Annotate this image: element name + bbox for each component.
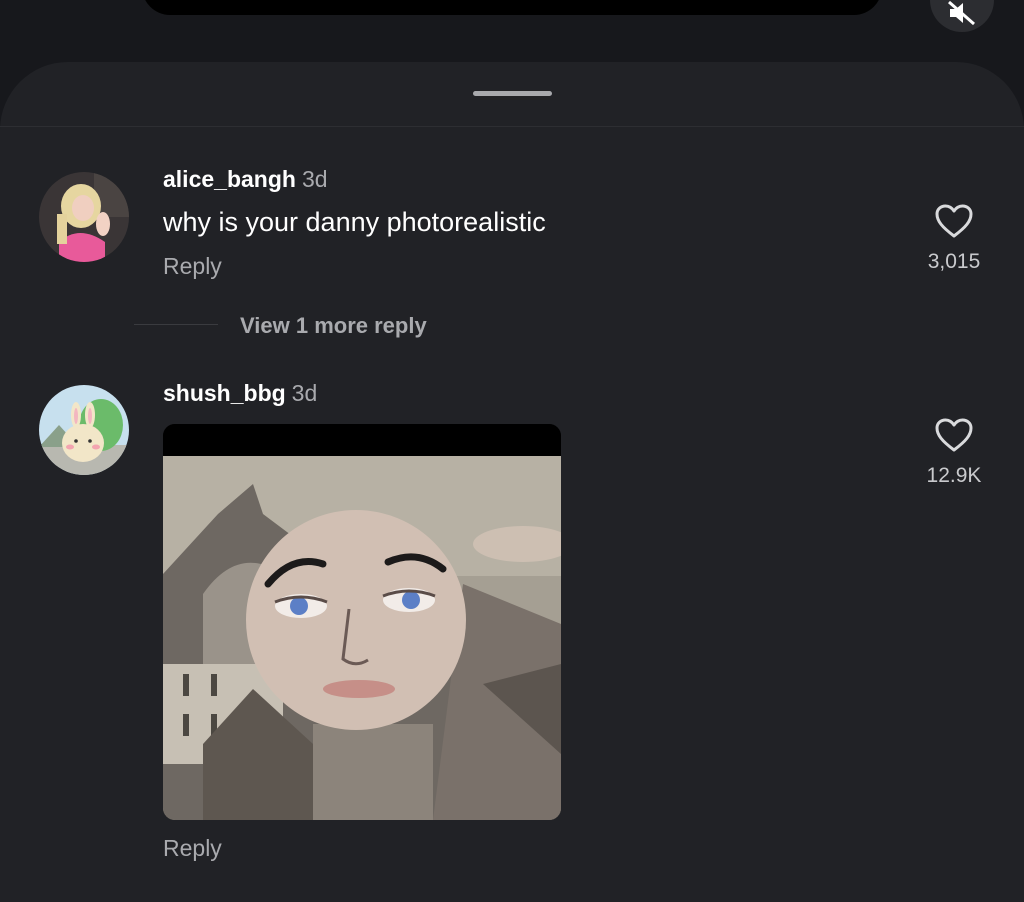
- reply-button[interactable]: Reply: [163, 835, 222, 862]
- view-more-replies-button[interactable]: View 1 more reply: [240, 313, 427, 339]
- like-count: 3,015: [927, 250, 981, 273]
- comment-image[interactable]: [163, 424, 561, 820]
- heart-icon: [935, 204, 973, 238]
- drag-handle[interactable]: [473, 91, 552, 96]
- avatar[interactable]: [39, 172, 129, 262]
- mute-button[interactable]: [930, 0, 994, 32]
- comment-text: why is your danny photorealistic: [163, 207, 546, 237]
- reply-button[interactable]: Reply: [163, 253, 222, 280]
- avatar[interactable]: [39, 385, 129, 475]
- divider: [0, 126, 1024, 127]
- comment-username[interactable]: shush_bbg 3d: [163, 380, 317, 407]
- comment-time: 3d: [301, 166, 328, 192]
- like-button[interactable]: 3,015: [914, 203, 994, 274]
- comment-time: 3d: [291, 380, 318, 406]
- like-button[interactable]: 12.9K: [914, 417, 994, 488]
- like-count: 12.9K: [926, 464, 982, 487]
- muted-speaker-icon: [948, 0, 975, 26]
- video-player[interactable]: [142, 0, 882, 15]
- divider: [134, 324, 218, 325]
- comment-username[interactable]: alice_bangh 3d: [163, 166, 328, 193]
- heart-icon: [935, 418, 973, 452]
